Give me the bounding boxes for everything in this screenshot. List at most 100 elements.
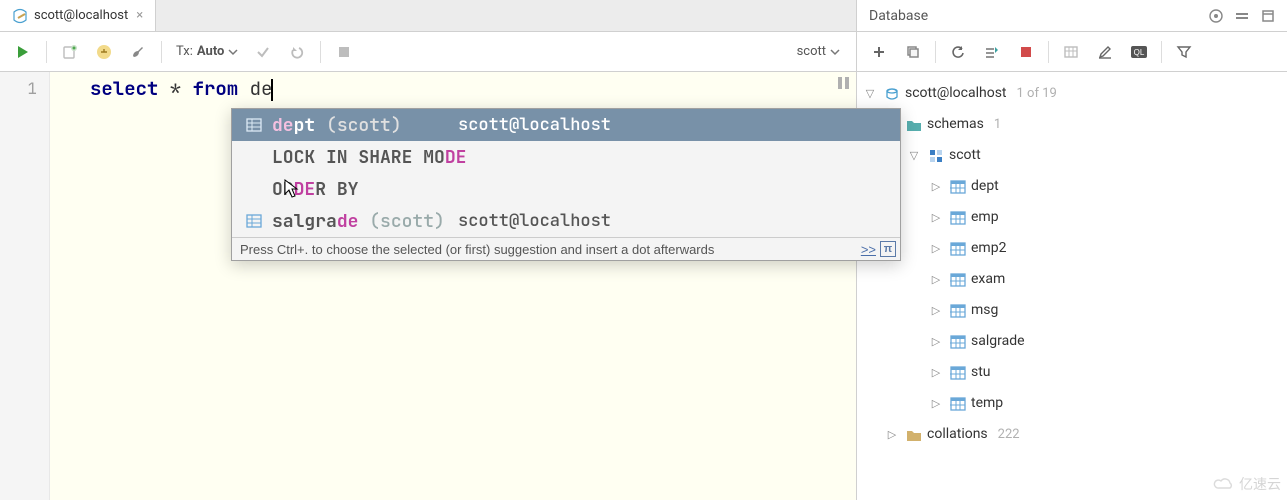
folder-icon xyxy=(905,426,923,444)
autocomplete-popup[interactable]: dept (scott) scott@localhost LOCK IN SHARE… xyxy=(231,108,901,261)
autocomplete-more-link[interactable]: >> xyxy=(861,242,880,257)
settings-button[interactable] xyxy=(123,37,153,67)
datasource-node[interactable]: ▽ scott@localhost 1 of 19 xyxy=(861,78,1287,109)
console-icon xyxy=(12,8,28,24)
chevron-right-icon[interactable]: ▷ xyxy=(927,388,945,419)
table-node[interactable]: ▷ temp xyxy=(861,388,1287,419)
datasource-icon xyxy=(883,85,901,103)
chevron-right-icon[interactable]: ▷ xyxy=(927,233,945,264)
toolbar-separator xyxy=(1161,41,1162,63)
chevron-right-icon[interactable]: ▷ xyxy=(883,419,901,450)
table-icon xyxy=(949,209,967,227)
svg-text:QL: QL xyxy=(1134,48,1145,57)
transaction-isolation-button[interactable] xyxy=(976,37,1008,67)
chevron-down-icon[interactable]: ▽ xyxy=(905,140,923,171)
editor-toolbar: Tx: Auto scott xyxy=(0,32,856,72)
toolbar-separator xyxy=(46,41,47,63)
chevron-right-icon[interactable]: ▷ xyxy=(927,171,945,202)
chevron-right-icon[interactable]: ▷ xyxy=(927,202,945,233)
toolbar-separator xyxy=(320,41,321,63)
chevron-right-icon[interactable]: ▷ xyxy=(927,326,945,357)
table-icon xyxy=(244,118,264,132)
table-label: emp2 xyxy=(971,233,1006,264)
table-node[interactable]: ▷ salgrade xyxy=(861,326,1287,357)
line-number: 1 xyxy=(0,76,37,102)
commit-button[interactable] xyxy=(248,37,278,67)
autocomplete-item-label: salgrade (scott) xyxy=(272,210,445,233)
rollback-button[interactable] xyxy=(282,37,312,67)
table-label: salgrade xyxy=(971,326,1025,357)
table-icon xyxy=(949,333,967,351)
text-caret xyxy=(271,79,273,101)
table-icon xyxy=(949,364,967,382)
autocomplete-item-source: scott@localhost xyxy=(458,114,888,136)
table-label: emp xyxy=(971,202,999,233)
hide-panel-icon[interactable] xyxy=(1257,5,1279,27)
collapse-all-icon[interactable] xyxy=(1231,5,1253,27)
table-node[interactable]: ▷ msg xyxy=(861,295,1287,326)
typed-text: de xyxy=(238,76,272,101)
duplicate-button[interactable] xyxy=(897,37,929,67)
datasource-count: 1 of 19 xyxy=(1011,78,1057,109)
table-icon xyxy=(949,395,967,413)
chevron-down-icon[interactable]: ▽ xyxy=(861,78,879,109)
collations-folder-node[interactable]: ▷ collations 222 xyxy=(861,419,1287,450)
run-button[interactable] xyxy=(8,37,38,67)
folder-icon xyxy=(905,116,923,134)
table-icon xyxy=(949,178,967,196)
table-label: msg xyxy=(971,295,998,326)
chevron-right-icon[interactable]: ▷ xyxy=(927,295,945,326)
explain-plan-button[interactable] xyxy=(89,37,119,67)
autocomplete-item-source: scott@localhost xyxy=(458,210,888,232)
editor-tab-title: scott@localhost xyxy=(34,8,128,23)
pi-icon[interactable]: π xyxy=(880,241,896,257)
table-label: dept xyxy=(971,171,999,202)
autocomplete-item[interactable]: dept (scott) scott@localhost xyxy=(232,109,900,141)
attach-schema-button[interactable] xyxy=(55,37,85,67)
table-node[interactable]: ▷ emp2 xyxy=(861,233,1287,264)
schema-node[interactable]: ▽ scott xyxy=(861,140,1287,171)
tx-value: Auto xyxy=(197,44,225,59)
cancel-query-button[interactable] xyxy=(329,37,359,67)
collations-count: 222 xyxy=(992,419,1020,450)
table-node[interactable]: ▷ stu xyxy=(861,357,1287,388)
autocomplete-item[interactable]: LOCK IN SHARE MODE xyxy=(232,141,900,173)
table-label: temp xyxy=(971,388,1003,419)
autocomplete-item[interactable]: ORDER BY xyxy=(232,173,900,205)
table-view-button[interactable] xyxy=(1055,37,1087,67)
editor-tab[interactable]: scott@localhost × xyxy=(0,0,156,31)
star-text: * xyxy=(158,76,192,101)
schema-label: scott xyxy=(949,140,981,171)
database-panel-title: Database xyxy=(865,8,928,24)
editor-tab-strip: scott@localhost × xyxy=(0,0,856,32)
toolbar-separator xyxy=(161,41,162,63)
jump-to-console-button[interactable]: QL xyxy=(1123,37,1155,67)
chevron-down-icon xyxy=(830,47,840,57)
table-label: exam xyxy=(971,264,1005,295)
database-tree[interactable]: ▽ scott@localhost 1 of 19 ▽ schemas 1 ▽ … xyxy=(857,72,1287,500)
toolbar-separator xyxy=(1048,41,1049,63)
database-panel-header: Database xyxy=(857,0,1287,32)
tx-mode-dropdown[interactable]: Tx: Auto xyxy=(170,37,244,67)
chevron-down-icon xyxy=(228,47,238,57)
stop-button[interactable] xyxy=(1010,37,1042,67)
table-node[interactable]: ▷ dept xyxy=(861,171,1287,202)
table-label: stu xyxy=(971,357,991,388)
add-datasource-icon[interactable] xyxy=(1205,5,1227,27)
refresh-button[interactable] xyxy=(942,37,974,67)
close-tab-icon[interactable]: × xyxy=(134,8,145,23)
filter-button[interactable] xyxy=(1168,37,1200,67)
schemas-folder-node[interactable]: ▽ schemas 1 xyxy=(861,109,1287,140)
table-node[interactable]: ▷ exam xyxy=(861,264,1287,295)
table-icon xyxy=(244,214,264,228)
autocomplete-item-label: dept (scott) xyxy=(272,114,402,137)
edit-source-button[interactable] xyxy=(1089,37,1121,67)
keyword-select: select xyxy=(90,76,158,101)
schema-dropdown[interactable]: scott xyxy=(789,37,848,67)
analysis-paused-icon[interactable] xyxy=(834,76,852,90)
table-node[interactable]: ▷ emp xyxy=(861,202,1287,233)
new-button[interactable] xyxy=(863,37,895,67)
chevron-right-icon[interactable]: ▷ xyxy=(927,357,945,388)
autocomplete-item[interactable]: salgrade (scott) scott@localhost xyxy=(232,205,900,237)
chevron-right-icon[interactable]: ▷ xyxy=(927,264,945,295)
